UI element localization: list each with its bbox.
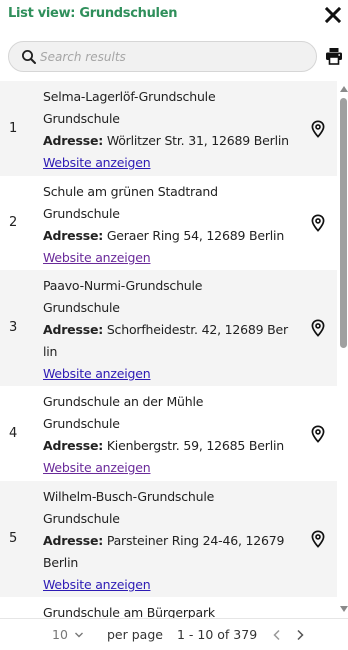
website-link[interactable]: Website anzeigen [43, 457, 291, 479]
map-pin-icon[interactable] [310, 425, 326, 443]
panel-title: List view: Grundschulen [8, 6, 178, 21]
chevron-down-icon[interactable] [74, 631, 84, 639]
list-item: 1 Selma-Lagerlöf-Grundschule Grundschule… [0, 81, 337, 176]
header: List view: Grundschulen [0, 0, 348, 32]
results-list: 1 Selma-Lagerlöf-Grundschule Grundschule… [0, 81, 337, 618]
item-number: 1 [9, 121, 18, 136]
search-bar [8, 41, 317, 72]
pagination-bar: 10 per page 1 - 10 of 379 [0, 618, 348, 650]
list-item: 5 Wilhelm-Busch-Grundschule Grundschule … [0, 481, 337, 597]
map-pin-icon[interactable] [310, 319, 326, 337]
page-range: 1 - 10 of 379 [177, 627, 258, 642]
address-label: Adresse: [43, 438, 104, 453]
address-line: Adresse: Kienbergstr. 59, 12685 Berlin [43, 435, 291, 457]
item-number: 3 [9, 320, 18, 335]
school-type: Grundschule [43, 416, 120, 431]
close-icon[interactable] [324, 4, 342, 24]
map-pin-icon[interactable] [310, 120, 326, 138]
print-icon[interactable] [325, 47, 343, 65]
list-item: Grundschule am Bürgerpark [0, 597, 337, 618]
item-content: Selma-Lagerlöf-Grundschule Grundschule A… [43, 86, 291, 174]
address-line: Adresse: Wörlitzer Str. 31, 12689 Berlin [43, 130, 291, 152]
address-value: Kienbergstr. 59, 12685 Berlin [106, 438, 284, 453]
address-label: Adresse: [43, 133, 104, 148]
chevron-left-icon[interactable] [272, 629, 282, 641]
map-pin-icon[interactable] [310, 530, 326, 548]
item-content: Schule am grünen Stadtrand Grundschule A… [43, 181, 291, 269]
website-link[interactable]: Website anzeigen [43, 363, 291, 385]
map-pin-icon[interactable] [310, 214, 326, 232]
school-type: Grundschule [43, 111, 120, 126]
school-type: Grundschule [43, 300, 120, 315]
list-item: 3 Paavo-Nurmi-Grundschule Grundschule Ad… [0, 270, 337, 386]
chevron-right-icon[interactable] [295, 629, 305, 641]
search-input[interactable] [40, 46, 310, 68]
address-label: Adresse: [43, 322, 104, 337]
school-name: Grundschule an der Mühle [43, 394, 204, 409]
scroll-up-arrow-icon[interactable] [340, 86, 348, 92]
school-type: Grundschule [43, 206, 120, 221]
item-content: Paavo-Nurmi-Grundschule Grundschule Adre… [43, 275, 291, 385]
item-content: Grundschule an der Mühle Grundschule Adr… [43, 391, 291, 479]
school-name: Wilhelm-Busch-Grundschule [43, 489, 215, 504]
item-content: Wilhelm-Busch-Grundschule Grundschule Ad… [43, 486, 291, 596]
school-type: Grundschule [43, 511, 120, 526]
item-number: 5 [9, 531, 18, 546]
item-content: Grundschule am Bürgerpark [43, 602, 291, 618]
item-number: 4 [9, 426, 18, 441]
address-label: Adresse: [43, 228, 104, 243]
school-name: Selma-Lagerlöf-Grundschule [43, 89, 216, 104]
per-page-label: per page [107, 627, 163, 642]
scrollbar-thumb[interactable] [340, 98, 347, 348]
address-value: Wörlitzer Str. 31, 12689 Berlin [106, 133, 289, 148]
list-item: 4 Grundschule an der Mühle Grundschule A… [0, 386, 337, 481]
website-link[interactable]: Website anzeigen [43, 574, 291, 596]
search-icon [22, 50, 36, 64]
address-label: Adresse: [43, 533, 104, 548]
address-line: Adresse: Schorfheidestr. 42, 12689 Berli… [43, 319, 291, 363]
address-line: Adresse: Parsteiner Ring 24-46, 12679 Be… [43, 530, 291, 574]
scroll-down-arrow-icon[interactable] [340, 606, 348, 612]
school-name: Grundschule am Bürgerpark [43, 605, 215, 618]
school-name: Paavo-Nurmi-Grundschule [43, 278, 203, 293]
address-value: Geraer Ring 54, 12689 Berlin [106, 228, 285, 243]
page-size-select[interactable]: 10 [52, 627, 68, 642]
list-item: 2 Schule am grünen Stadtrand Grundschule… [0, 176, 337, 270]
website-link[interactable]: Website anzeigen [43, 247, 291, 269]
website-link[interactable]: Website anzeigen [43, 152, 291, 174]
item-number: 2 [9, 215, 18, 230]
school-name: Schule am grünen Stadtrand [43, 184, 218, 199]
address-line: Adresse: Geraer Ring 54, 12689 Berlin [43, 225, 291, 247]
